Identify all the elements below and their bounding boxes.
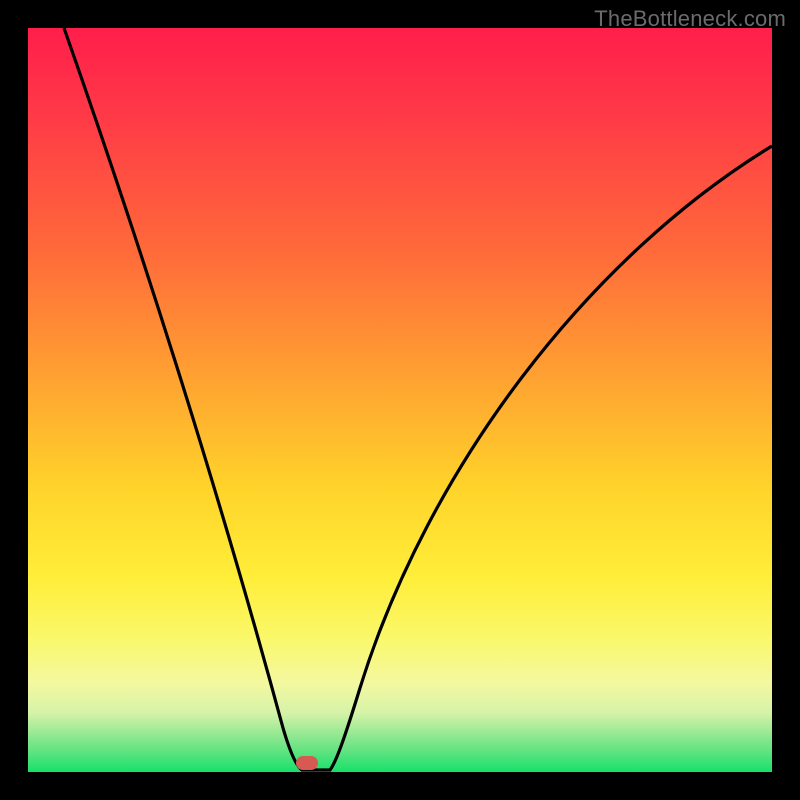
optimum-marker (296, 756, 318, 770)
curve-path (64, 28, 772, 770)
plot-area (28, 28, 772, 772)
chart-frame: TheBottleneck.com (0, 0, 800, 800)
bottleneck-curve (28, 28, 772, 772)
